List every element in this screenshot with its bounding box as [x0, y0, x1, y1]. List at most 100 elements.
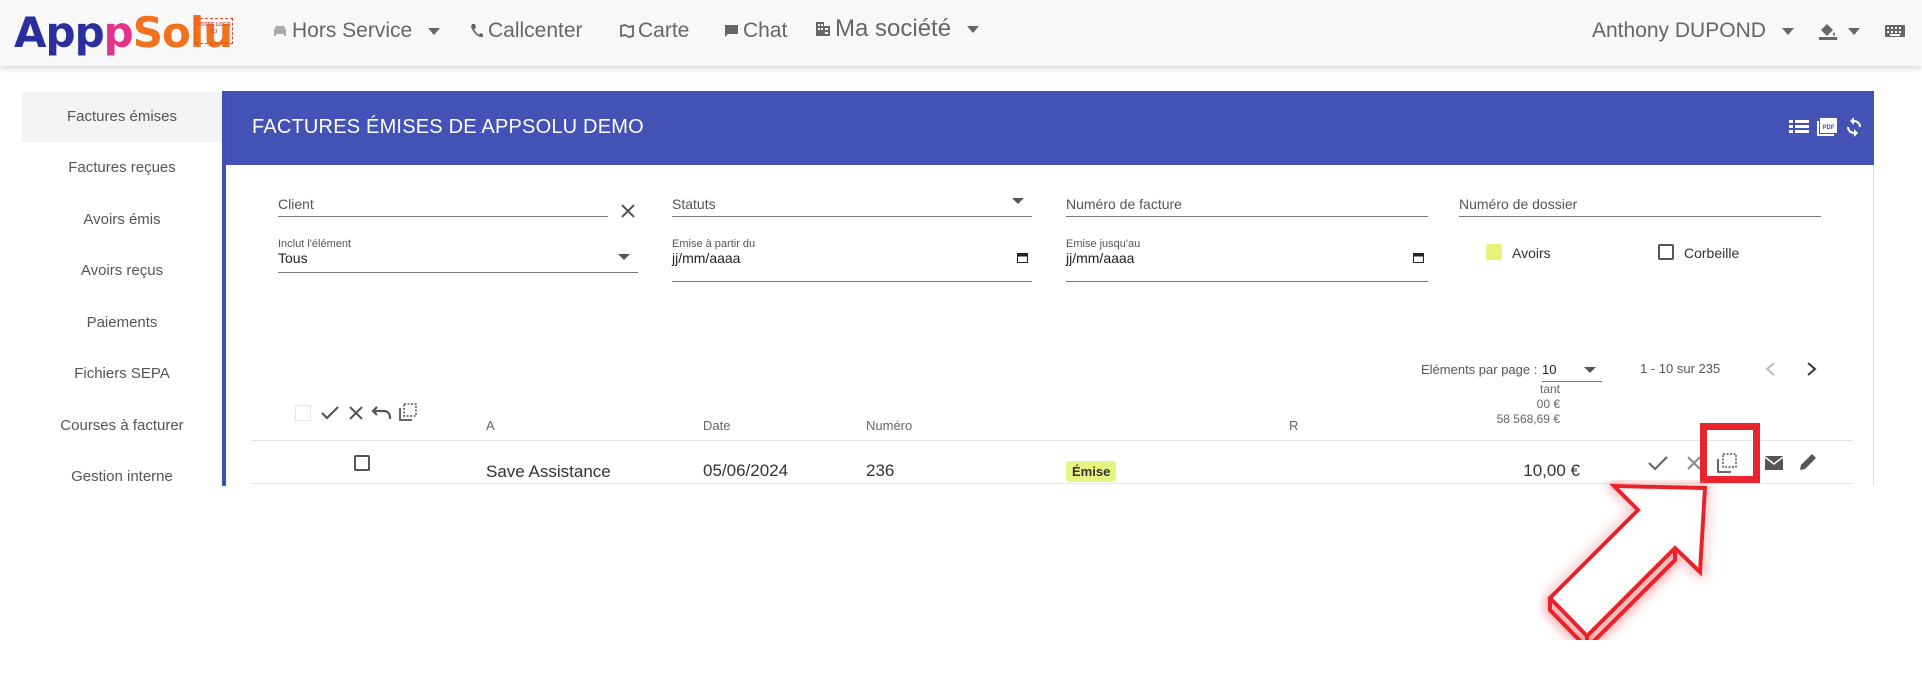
- numero-dossier-placeholder: Numéro de dossier: [1459, 196, 1578, 212]
- nav-carte[interactable]: Carte: [620, 16, 689, 46]
- inclut-value: Tous: [278, 250, 308, 266]
- svg-text:PDF: PDF: [1823, 125, 1835, 131]
- refresh-icon[interactable]: [1844, 117, 1864, 137]
- nav-hors-service-label: Hors Service: [292, 19, 413, 42]
- chevron-down-icon: [967, 25, 980, 33]
- sidebar-item-factures-recues[interactable]: Factures reçues: [22, 143, 222, 193]
- validate-icon[interactable]: [1646, 452, 1670, 474]
- chevron-down-icon: [1781, 27, 1794, 35]
- phone-icon: [471, 24, 483, 38]
- column-header-montant[interactable]: tant: [1510, 382, 1560, 396]
- keyboard-icon: [1885, 25, 1905, 37]
- sidebar-item-courses-a-facturer[interactable]: Courses à facturer: [22, 401, 222, 451]
- cell-montant: 10,00 €: [1523, 461, 1580, 480]
- panel-body: Client Statuts Numéro de facture Numéro …: [226, 165, 1874, 486]
- invoices-panel: FACTURES ÉMISES DE APPSOLU DEMO PDF Clie…: [222, 91, 1874, 486]
- inclut-select[interactable]: Inclut l'élément Tous: [278, 238, 638, 273]
- theme-menu[interactable]: [1818, 16, 1860, 46]
- status-badge: Émise: [1066, 461, 1117, 482]
- emise-du-label: Emise à partir du: [672, 238, 756, 250]
- chevron-down-icon: [618, 254, 630, 260]
- mail-icon[interactable]: [1764, 455, 1784, 471]
- corbeille-checkbox[interactable]: [1658, 244, 1674, 260]
- clear-client-icon[interactable]: [620, 203, 636, 219]
- nav-ma-societe[interactable]: Ma société: [815, 14, 980, 44]
- car-icon: [274, 26, 286, 36]
- montant-total: 58 568,69 €: [1496, 412, 1560, 426]
- list-icon[interactable]: [1788, 117, 1810, 137]
- emise-au-value: jj/mm/aaaa: [1066, 250, 1135, 266]
- items-per-page-value: 10: [1542, 362, 1557, 377]
- column-header-numero[interactable]: Numéro: [866, 418, 912, 433]
- sidebar-item-avoirs-recus[interactable]: Avoirs reçus: [22, 246, 222, 296]
- cell-numero: 236: [866, 461, 895, 480]
- logo-text-p: p: [103, 8, 134, 57]
- highlight-box: [1700, 423, 1760, 483]
- sidebar-item-avoirs-emis[interactable]: Avoirs émis: [22, 195, 222, 245]
- pagination-range: 1 - 10 sur 235: [1640, 361, 1721, 376]
- chevron-down-icon: [1584, 367, 1596, 373]
- nav-chat[interactable]: Chat: [724, 16, 787, 46]
- duplicate-icon[interactable]: [398, 402, 418, 422]
- chevron-down-icon: [1848, 27, 1860, 35]
- top-navbar: ApppSolu VOTRE LOGO ICI Hors Service Cal…: [0, 0, 1922, 66]
- statuts-placeholder: Statuts: [672, 196, 716, 212]
- client-placeholder: Client: [278, 196, 314, 212]
- nav-chat-label: Chat: [743, 19, 788, 42]
- chevron-down-icon: [428, 27, 441, 35]
- sidebar-item-fichiers-sepa[interactable]: Fichiers SEPA: [22, 349, 222, 399]
- sidebar-item-gestion-interne[interactable]: Gestion interne: [22, 452, 222, 502]
- items-per-page-label: Eléments par page :: [1421, 362, 1538, 377]
- column-header-r[interactable]: R: [1289, 418, 1298, 433]
- header-actions: PDF: [1788, 117, 1864, 137]
- avoirs-label: Avoirs: [1512, 245, 1551, 261]
- pdf-icon[interactable]: PDF: [1816, 117, 1838, 137]
- sidebar-item-factures-emises[interactable]: Factures émises: [22, 92, 222, 142]
- calendar-icon[interactable]: [1413, 252, 1424, 263]
- logo-text-app: App: [14, 8, 105, 57]
- edit-icon[interactable]: [1798, 452, 1818, 472]
- numero-facture-input[interactable]: Numéro de facture: [1066, 188, 1428, 217]
- table-divider: [251, 440, 1853, 441]
- cell-client: Save Assistance: [486, 462, 611, 481]
- calendar-icon[interactable]: [1017, 252, 1028, 263]
- numero-facture-placeholder: Numéro de facture: [1066, 196, 1182, 212]
- column-header-a[interactable]: A: [486, 418, 495, 433]
- corbeille-label: Corbeille: [1684, 245, 1740, 261]
- row-checkbox[interactable]: [354, 455, 370, 471]
- emise-au-date-input[interactable]: Emise jusqu'au jj/mm/aaaa: [1066, 238, 1428, 282]
- user-menu[interactable]: Anthony DUPOND: [1592, 16, 1794, 46]
- client-input[interactable]: Client: [278, 188, 608, 217]
- check-icon[interactable]: [320, 404, 340, 422]
- undo-icon[interactable]: [371, 404, 393, 422]
- building-icon: [816, 22, 830, 36]
- user-name: Anthony DUPOND: [1592, 19, 1766, 42]
- map-icon: [620, 24, 634, 38]
- items-per-page-select[interactable]: 10: [1542, 356, 1602, 382]
- avoirs-checkbox[interactable]: [1486, 244, 1502, 260]
- sidebar: Factures émises Factures reçues Avoirs é…: [22, 92, 222, 486]
- next-page-icon[interactable]: [1806, 361, 1818, 377]
- numero-dossier-input[interactable]: Numéro de dossier: [1459, 188, 1821, 217]
- company-logo-stamp: VOTRE LOGO ICI: [195, 18, 233, 44]
- prev-page-icon[interactable]: [1764, 361, 1776, 377]
- nav-callcenter[interactable]: Callcenter: [470, 16, 583, 46]
- inclut-label: Inclut l'élément: [278, 238, 352, 250]
- nav-hors-service[interactable]: Hors Service: [272, 16, 441, 46]
- chat-icon: [725, 25, 738, 37]
- emise-du-date-input[interactable]: Emise à partir du jj/mm/aaaa: [672, 238, 1032, 282]
- sidebar-item-paiements[interactable]: Paiements: [22, 298, 222, 348]
- nav-callcenter-label: Callcenter: [488, 19, 583, 42]
- column-header-date[interactable]: Date: [703, 418, 730, 433]
- montant-subtotal: 00 €: [1536, 397, 1560, 411]
- emise-du-value: jj/mm/aaaa: [672, 250, 741, 266]
- page-title: FACTURES ÉMISES DE APPSOLU DEMO: [252, 116, 644, 138]
- close-icon[interactable]: [347, 404, 365, 422]
- statuts-select[interactable]: Statuts: [672, 188, 1032, 217]
- keyboard-button[interactable]: [1884, 16, 1906, 46]
- select-all-checkbox[interactable]: [295, 405, 311, 421]
- nav-ma-societe-label: Ma société: [835, 15, 952, 42]
- paint-bucket-icon: [1819, 24, 1837, 40]
- chevron-down-icon: [1012, 198, 1024, 204]
- nav-carte-label: Carte: [638, 19, 690, 42]
